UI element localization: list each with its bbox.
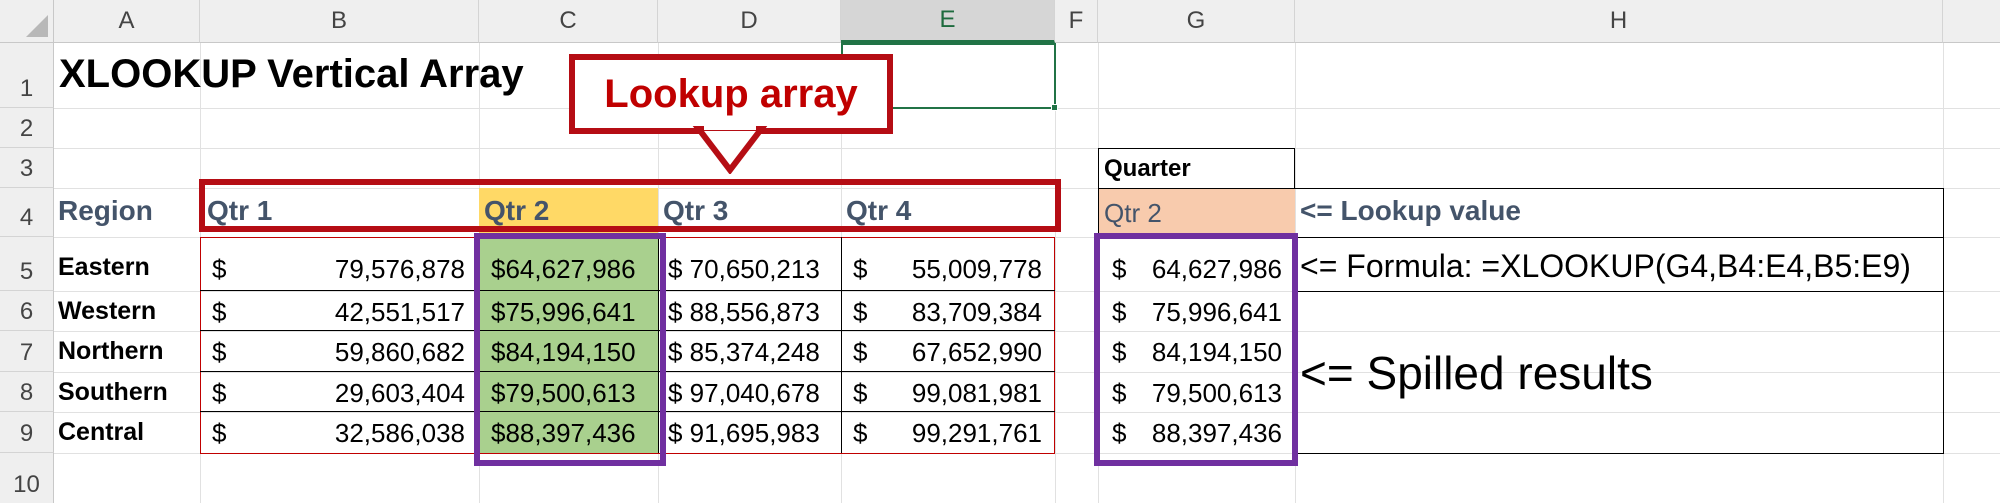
qtr3-value: $ 97,040,678	[668, 378, 820, 408]
spilled-results-outline	[1094, 233, 1298, 466]
quarter-label: Quarter	[1104, 155, 1191, 182]
col-divider	[841, 237, 842, 453]
column-header-c[interactable]: C	[479, 0, 658, 43]
currency-symbol: $	[212, 337, 227, 367]
qtr4-value: 67,652,990	[911, 337, 1042, 367]
lookup-value-note: <= Lookup value	[1300, 195, 1521, 226]
row-header-1[interactable]: 1	[0, 43, 54, 108]
return-column-outline	[474, 233, 666, 466]
callout-pointer-icon	[692, 126, 768, 174]
column-header-blank	[1943, 0, 2000, 43]
qtr1-value: 79,576,878	[334, 254, 465, 284]
gridline	[1055, 43, 1056, 503]
lookup-value-border	[1098, 188, 1944, 238]
column-header-e[interactable]: E	[841, 0, 1055, 43]
column-header-h[interactable]: H	[1295, 0, 1943, 43]
currency-symbol: $	[212, 297, 227, 327]
qtr1-value: 42,551,517	[334, 297, 465, 327]
row-header-10[interactable]: 10	[0, 453, 54, 503]
region-label: Northern	[58, 337, 164, 365]
qtr4-value: 99,291,761	[911, 418, 1042, 448]
qtr3-value: $ 70,650,213	[668, 254, 820, 284]
spilled-results-note: <= Spilled results	[1300, 347, 1653, 399]
currency-symbol: $	[212, 378, 227, 408]
region-label: Southern	[58, 378, 168, 406]
qtr1-value: 29,603,404	[334, 378, 465, 408]
column-header-d[interactable]: D	[658, 0, 841, 43]
currency-symbol: $	[853, 337, 868, 367]
region-label: Eastern	[58, 253, 150, 281]
column-header-a[interactable]: A	[54, 0, 200, 43]
row-header-2[interactable]: 2	[0, 108, 54, 148]
select-all-corner[interactable]	[0, 0, 54, 43]
column-header-g[interactable]: G	[1098, 0, 1295, 43]
region-label: Central	[58, 418, 145, 446]
spreadsheet: A B C D E F G H 1 2 3 4 5 6 7 8 9 10 XLO…	[0, 0, 2000, 503]
formula-note: <= Formula: =XLOOKUP(G4,B4:E4,B5:E9)	[1300, 248, 1911, 284]
qtr3-value: $ 91,695,983	[668, 418, 820, 448]
row-header-6[interactable]: 6	[0, 291, 54, 331]
fill-handle[interactable]	[1051, 104, 1058, 111]
column-header-b[interactable]: B	[200, 0, 479, 43]
currency-symbol: $	[212, 418, 227, 448]
currency-symbol: $	[853, 254, 868, 284]
qtr4-value: 83,709,384	[911, 297, 1042, 327]
sheet-title: XLOOKUP Vertical Array	[59, 52, 524, 96]
row-header-3[interactable]: 3	[0, 148, 54, 188]
lookup-array-callout: Lookup array	[569, 54, 893, 134]
column-header-f[interactable]: F	[1055, 0, 1098, 43]
currency-symbol: $	[853, 378, 868, 408]
gridline	[54, 148, 2000, 149]
row-header-5[interactable]: 5	[0, 237, 54, 291]
row-header-9[interactable]: 9	[0, 412, 54, 453]
qtr4-value: 99,081,981	[911, 378, 1042, 408]
qtr1-value: 32,586,038	[334, 418, 465, 448]
currency-symbol: $	[853, 418, 868, 448]
row-header-7[interactable]: 7	[0, 331, 54, 372]
region-label: Western	[58, 297, 157, 325]
row-header-4[interactable]: 4	[0, 188, 54, 237]
qtr3-value: $ 88,556,873	[668, 297, 820, 327]
currency-symbol: $	[212, 254, 227, 284]
qtr1-value: 59,860,682	[334, 337, 465, 367]
lookup-array-outline	[199, 179, 1061, 232]
lookup-value-cell[interactable]: Qtr 2	[1104, 198, 1162, 229]
currency-symbol: $	[853, 297, 868, 327]
qtr3-value: $ 85,374,248	[668, 337, 820, 367]
qtr4-value: 55,009,778	[911, 254, 1042, 284]
row-header-8[interactable]: 8	[0, 372, 54, 412]
header-region: Region	[58, 195, 153, 226]
select-all-triangle-icon	[26, 15, 48, 37]
